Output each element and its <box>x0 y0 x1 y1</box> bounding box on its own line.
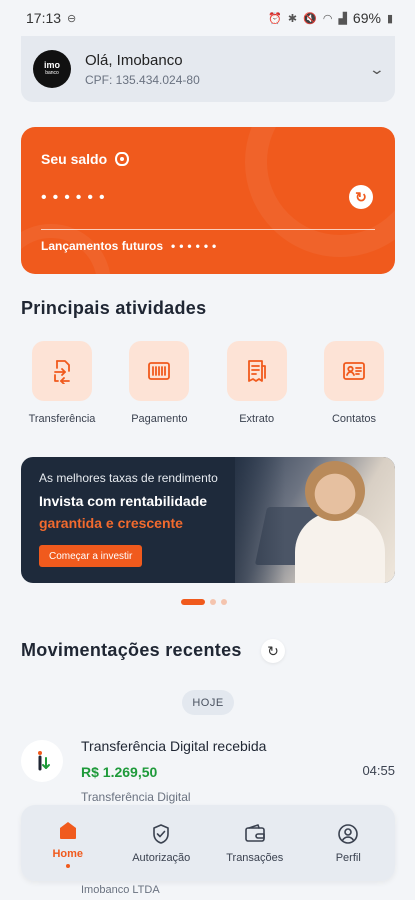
bluetooth-icon: ✱ <box>287 12 298 25</box>
active-indicator <box>65 864 70 868</box>
alarm-icon: ⏰ <box>268 12 282 25</box>
balance-value: •••••• <box>41 189 111 206</box>
bank-logo: imo banco <box>33 50 71 88</box>
transaction-time: 04:55 <box>362 763 395 778</box>
receipt-icon <box>247 360 266 382</box>
day-separator: HOJE <box>182 690 234 715</box>
status-time: 17:13 <box>26 10 62 26</box>
bottom-navigation: Home Autorização Transações Perfil <box>21 805 395 881</box>
transaction-item[interactable]: Transferência Digital recebida R$ 1.269,… <box>21 738 395 808</box>
home-icon <box>59 822 76 839</box>
page-dot[interactable] <box>221 599 227 605</box>
battery-icon: ▮ <box>386 12 393 25</box>
account-cpf: CPF: 135.434.024-80 <box>85 72 200 87</box>
wallet-icon <box>244 824 265 842</box>
start-investing-button[interactable]: Começar a investir <box>39 545 143 567</box>
page-dot[interactable] <box>210 599 216 605</box>
action-label: Contatos <box>331 413 376 425</box>
future-entries-value: •••••• <box>171 239 221 253</box>
action-transfer[interactable]: Transferência <box>21 341 103 425</box>
refresh-icon[interactable]: ↻ <box>261 639 285 663</box>
balance-label: Seu saldo <box>41 151 108 167</box>
nav-label: Home <box>52 848 84 860</box>
status-bar: 17:13 ⊖ ⏰ ✱ 🔇 ◠ ▟ 69% ▮ <box>0 0 415 36</box>
banner-kicker: As melhores taxas de rendimento <box>39 471 218 485</box>
sync-icon: ⊖ <box>67 12 77 25</box>
nav-profile[interactable]: Perfil <box>308 822 388 864</box>
balance-card: Seu saldo •••••• ↻ Lançamentos futuros •… <box>21 127 395 274</box>
transaction-type: Transferência Digital <box>81 790 191 804</box>
action-statement[interactable]: Extrato <box>216 341 298 425</box>
wifi-icon: ◠ <box>322 12 333 25</box>
banner-pagination <box>181 599 227 605</box>
future-entries[interactable]: Lançamentos futuros •••••• <box>41 239 220 253</box>
eye-icon[interactable] <box>115 152 130 166</box>
action-contacts[interactable]: Contatos <box>313 341 395 425</box>
battery-level: 69% <box>352 10 381 26</box>
incoming-transfer-icon <box>21 740 63 782</box>
transaction-counterparty: Imobanco LTDA <box>81 884 160 896</box>
nav-label: Perfil <box>335 852 361 864</box>
nav-transactions[interactable]: Transações <box>215 822 295 864</box>
action-label: Pagamento <box>131 413 188 425</box>
signal-icon: ▟ <box>338 12 347 25</box>
future-entries-label: Lançamentos futuros <box>41 239 164 253</box>
barcode-icon <box>148 362 171 380</box>
banner-headline: Invista com rentabilidade <box>39 493 208 509</box>
user-circle-icon <box>338 824 359 844</box>
activities-row: Transferência Pagamento Extrato Contatos <box>21 341 395 425</box>
divider <box>41 229 375 230</box>
account-greeting: Olá, Imobanco <box>85 51 183 69</box>
nav-label: Autorização <box>132 852 191 864</box>
banner-highlight: garantida e crescente <box>39 515 183 531</box>
nav-authorization[interactable]: Autorização <box>121 822 201 864</box>
transaction-amount: R$ 1.269,50 <box>81 764 158 780</box>
nav-home[interactable]: Home <box>28 818 108 868</box>
chevron-down-icon[interactable]: ⌄ <box>369 61 385 78</box>
mute-icon: 🔇 <box>303 12 317 25</box>
recent-title: Movimentações recentes <box>21 640 242 660</box>
action-payment[interactable]: Pagamento <box>118 341 200 425</box>
activities-title: Principais atividades <box>21 298 207 318</box>
invest-banner[interactable]: As melhores taxas de rendimento Invista … <box>21 457 395 583</box>
nav-label: Transações <box>226 852 284 864</box>
page-dot-active[interactable] <box>181 599 205 605</box>
transfer-icon <box>54 360 70 384</box>
refresh-balance-icon[interactable]: ↻ <box>349 185 373 209</box>
action-label: Extrato <box>239 413 275 425</box>
shield-check-icon <box>153 824 170 844</box>
action-label: Transferência <box>28 413 96 425</box>
contact-card-icon <box>343 362 365 380</box>
account-selector[interactable]: imo banco Olá, Imobanco CPF: 135.434.024… <box>21 36 395 102</box>
transaction-title: Transferência Digital recebida <box>81 738 267 754</box>
